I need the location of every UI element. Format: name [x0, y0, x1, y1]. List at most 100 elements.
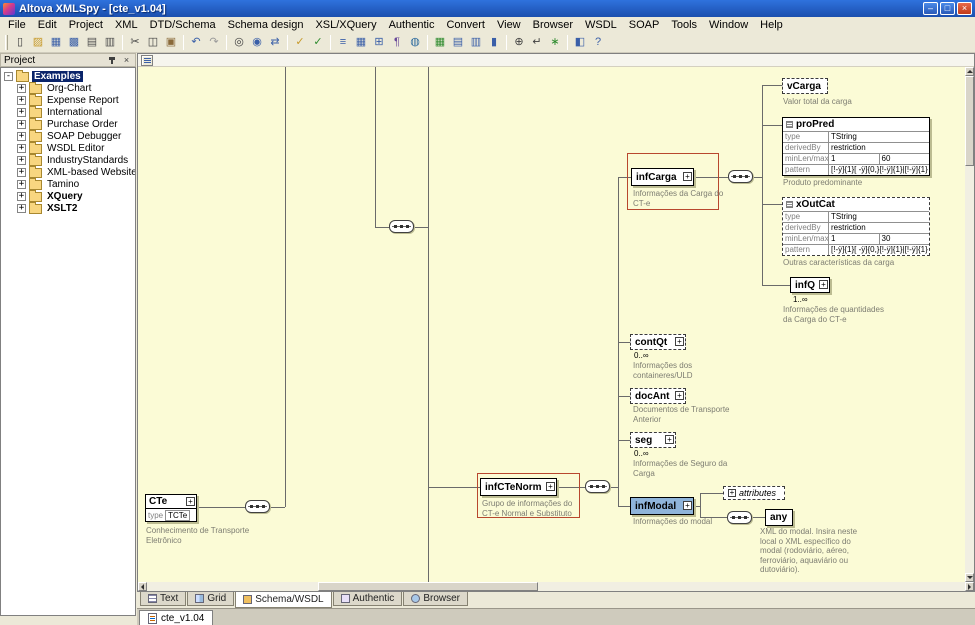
expand-children-icon[interactable]: +	[675, 391, 684, 400]
document-tab-cte[interactable]: cte_v1.04	[139, 610, 213, 625]
menu-soap[interactable]: SOAP	[623, 19, 666, 31]
project-item-xslt2[interactable]: + XSLT2	[1, 202, 135, 214]
horizontal-scrollbar[interactable]	[138, 582, 974, 591]
menu-window[interactable]: Window	[703, 19, 754, 31]
copy-button[interactable]: ◫	[144, 34, 162, 51]
close-panel-icon[interactable]: ×	[121, 55, 132, 66]
collapse-icon[interactable]: -	[4, 72, 13, 81]
print-button[interactable]: ▤	[83, 34, 101, 51]
table-view-button[interactable]: ▦	[431, 34, 449, 51]
element-CTe[interactable]: CTe + type TCTe	[145, 494, 197, 522]
expand-children-icon[interactable]: +	[675, 337, 684, 346]
pin-icon[interactable]	[107, 55, 117, 66]
menu-convert[interactable]: Convert	[440, 19, 491, 31]
view-text-button[interactable]: ≡	[334, 34, 352, 51]
menu-dtd-schema[interactable]: DTD/Schema	[144, 19, 222, 31]
tab-text[interactable]: Text	[140, 592, 186, 606]
element-infModal[interactable]: infModal +	[630, 497, 694, 515]
scroll-down-button[interactable]	[965, 573, 974, 582]
project-item-label[interactable]: Purchase Order	[45, 119, 120, 130]
save-all-button[interactable]: ▩	[65, 34, 83, 51]
element-xOutCat[interactable]: xOutCat type TString derivedBy restricti…	[782, 197, 930, 256]
project-item-purchase-order[interactable]: + Purchase Order	[1, 118, 135, 130]
expand-icon[interactable]: +	[17, 144, 26, 153]
element-contQt[interactable]: contQt +	[630, 334, 686, 350]
new-file-button[interactable]: ▯	[11, 34, 29, 51]
attributes-box[interactable]: + attributes	[723, 486, 785, 500]
find-button[interactable]: ◎	[230, 34, 248, 51]
element-vCarga[interactable]: vCarga	[782, 78, 828, 94]
print-preview-button[interactable]: ▥	[101, 34, 119, 51]
menu-browser[interactable]: Browser	[527, 19, 579, 31]
zoom-button[interactable]: ⊕	[510, 34, 528, 51]
view-authentic-button[interactable]: ¶	[388, 34, 406, 51]
scroll-up-button[interactable]	[965, 67, 974, 76]
menu-help[interactable]: Help	[754, 19, 789, 31]
expand-children-icon[interactable]: +	[186, 497, 195, 506]
redo-button[interactable]: ↷	[205, 34, 223, 51]
expand-children-icon[interactable]: +	[683, 501, 692, 510]
menu-xsl-xquery[interactable]: XSL/XQuery	[309, 19, 382, 31]
element-infQ[interactable]: infQ +	[790, 277, 830, 293]
tab-grid[interactable]: Grid	[187, 592, 234, 606]
save-button[interactable]: ▦	[47, 34, 65, 51]
view-grid-button[interactable]: ▦	[352, 34, 370, 51]
insert-column-button[interactable]: ▮	[485, 34, 503, 51]
sequence-compositor-icon[interactable]	[245, 500, 270, 513]
scroll-left-button[interactable]	[138, 582, 147, 591]
cut-button[interactable]: ✂	[126, 34, 144, 51]
window-split-button[interactable]: ◧	[571, 34, 589, 51]
insert-row-button[interactable]: ▤	[449, 34, 467, 51]
maximize-button[interactable]: □	[940, 2, 955, 15]
expand-icon[interactable]: +	[17, 84, 26, 93]
expand-icon[interactable]: +	[17, 156, 26, 165]
expand-children-icon[interactable]: +	[683, 172, 692, 181]
scrollbar-thumb[interactable]	[965, 76, 974, 166]
project-item-label[interactable]: XQuery	[45, 191, 85, 202]
settings-button[interactable]: ∗	[546, 34, 564, 51]
append-row-button[interactable]: ▥	[467, 34, 485, 51]
expand-children-icon[interactable]: +	[546, 482, 555, 491]
project-item-tamino[interactable]: + Tamino	[1, 178, 135, 190]
project-item-xquery[interactable]: + XQuery	[1, 190, 135, 202]
tab-browser[interactable]: Browser	[403, 592, 468, 606]
menu-edit[interactable]: Edit	[32, 19, 63, 31]
menu-authentic[interactable]: Authentic	[383, 19, 441, 31]
vertical-scrollbar[interactable]	[965, 67, 974, 582]
element-header[interactable]: proPred	[783, 118, 929, 131]
expand-icon[interactable]: +	[17, 132, 26, 141]
schema-canvas[interactable]: CTe + type TCTe Conhecimento de Transpor…	[138, 67, 965, 582]
close-button[interactable]: ×	[957, 2, 972, 15]
element-seg[interactable]: seg +	[630, 432, 676, 448]
expand-children-icon[interactable]: +	[665, 435, 674, 444]
scroll-right-button[interactable]	[965, 582, 974, 591]
menu-view[interactable]: View	[491, 19, 527, 31]
project-item-label[interactable]: XML-based Website	[45, 167, 136, 178]
validate-button[interactable]: ✓	[309, 34, 327, 51]
expand-icon[interactable]: +	[17, 108, 26, 117]
menu-project[interactable]: Project	[63, 19, 109, 31]
element-header[interactable]: xOutCat	[783, 198, 929, 211]
project-item-soap-debugger[interactable]: + SOAP Debugger	[1, 130, 135, 142]
menu-tools[interactable]: Tools	[665, 19, 703, 31]
sequence-compositor-icon[interactable]	[585, 480, 610, 493]
expand-icon[interactable]: +	[17, 204, 26, 213]
element-proPred[interactable]: proPred type TString derivedBy restricti…	[782, 117, 930, 176]
menu-xml[interactable]: XML	[109, 19, 144, 31]
expand-icon[interactable]: +	[17, 180, 26, 189]
element-infCTeNorm[interactable]: infCTeNorm +	[480, 478, 557, 496]
project-item-label[interactable]: IndustryStandards	[45, 155, 130, 166]
element-any[interactable]: any	[765, 509, 793, 526]
scrollbar-thumb[interactable]	[318, 582, 538, 591]
view-schema-button[interactable]: ⊞	[370, 34, 388, 51]
view-browser-button[interactable]: ◍	[406, 34, 424, 51]
element-infCarga[interactable]: infCarga +	[631, 168, 694, 186]
toolbar-grip[interactable]	[5, 35, 8, 50]
replace-button[interactable]: ⇄	[266, 34, 284, 51]
project-root-label[interactable]: Examples	[32, 71, 83, 82]
expand-attributes-icon[interactable]: +	[728, 489, 736, 497]
project-item-label[interactable]: Expense Report	[45, 95, 121, 106]
menu-schema-design[interactable]: Schema design	[222, 19, 310, 31]
sequence-compositor-icon[interactable]	[727, 511, 752, 524]
show-globals-button[interactable]	[141, 55, 153, 66]
